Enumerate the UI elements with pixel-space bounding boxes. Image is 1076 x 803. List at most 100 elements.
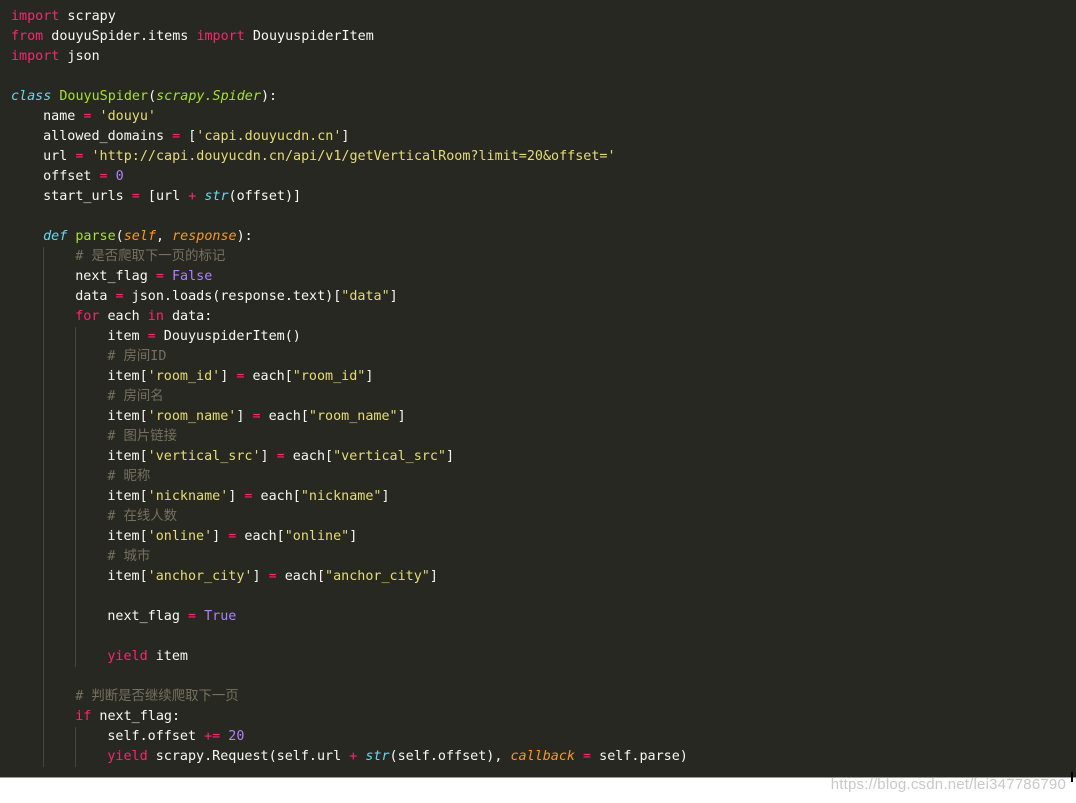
code-line[interactable]: from douyuSpider.items import Douyuspide… (0, 27, 688, 47)
code-token: "room_id" (292, 369, 366, 384)
code-line[interactable]: item['vertical_src'] = each["vertical_sr… (0, 447, 688, 467)
code-line[interactable]: start_urls = [url + str(offset)] (0, 187, 688, 207)
code-token: = (155, 269, 164, 284)
code-area[interactable]: import scrapy from douyuSpider.items impo… (0, 7, 688, 767)
code-line[interactable]: class DouyuSpider(scrapy.Spider): (0, 87, 688, 107)
indent-guide (43, 307, 45, 327)
code-token: 20 (228, 729, 245, 744)
code-line[interactable]: next_flag = True (0, 607, 688, 627)
indent-guide (75, 507, 77, 527)
code-token: ] (341, 129, 350, 144)
code-token: scrapy (59, 9, 116, 24)
code-token: item[ (107, 409, 148, 424)
code-line[interactable]: yield scrapy.Request(self.url + str(self… (0, 747, 688, 767)
code-token: self.offset (107, 729, 205, 744)
code-line[interactable]: import scrapy (0, 7, 688, 27)
code-token: (offset)] (228, 189, 302, 204)
indent-guide (43, 287, 45, 307)
code-line[interactable]: # 图片链接 (0, 427, 688, 447)
code-line[interactable]: allowed_domains = ['capi.douyucdn.cn'] (0, 127, 688, 147)
code-line[interactable]: data = json.loads(response.text)["data"] (0, 287, 688, 307)
indent-guide (43, 607, 45, 627)
code-token: item[ (107, 569, 148, 584)
code-line[interactable]: name = 'douyu' (0, 107, 688, 127)
indent-guide (43, 627, 45, 647)
code-line[interactable]: # 房间名 (0, 387, 688, 407)
code-line[interactable]: url = 'http://capi.douyucdn.cn/api/v1/ge… (0, 147, 688, 167)
code-line[interactable]: # 城市 (0, 547, 688, 567)
watermark: https://blog.csdn.net/lei347786790 (830, 776, 1066, 793)
code-line[interactable]: for each in data: (0, 307, 688, 327)
code-token: scrapy.Spider (156, 89, 261, 104)
code-line[interactable]: item['room_name'] = each["room_name"] (0, 407, 688, 427)
code-line[interactable]: # 在线人数 (0, 507, 688, 527)
indent-guide (75, 487, 77, 507)
code-line[interactable]: item['room_id'] = each["room_id"] (0, 367, 688, 387)
code-token: = (99, 169, 108, 184)
code-token: json.loads(response.text)[ (123, 289, 342, 304)
indent-guide (75, 627, 77, 647)
code-line[interactable]: # 判断是否继续爬取下一页 (0, 687, 688, 707)
code-token: ] (397, 409, 406, 424)
code-line[interactable]: import json (0, 47, 688, 67)
code-token: "room_name" (308, 409, 398, 424)
code-token: 'nickname' (147, 489, 229, 504)
code-line[interactable] (0, 627, 688, 647)
code-token: str (204, 189, 229, 204)
code-line[interactable]: item['online'] = each["online"] (0, 527, 688, 547)
code-line[interactable]: item['nickname'] = each["nickname"] (0, 487, 688, 507)
code-token: data (75, 289, 116, 304)
code-line[interactable]: # 昵称 (0, 467, 688, 487)
indent-guide (75, 727, 77, 747)
indent-guide (43, 487, 45, 507)
code-line[interactable]: self.offset += 20 (0, 727, 688, 747)
indent-guide (43, 367, 45, 387)
code-token: # 昵称 (107, 469, 151, 484)
code-line[interactable]: # 房间ID (0, 347, 688, 367)
code-editor[interactable]: import scrapy from douyuSpider.items impo… (0, 0, 1076, 777)
code-line[interactable] (0, 667, 688, 687)
indent-guide (43, 267, 45, 287)
code-token: "anchor_city" (325, 569, 430, 584)
code-token: each[ (244, 369, 293, 384)
code-line[interactable]: item = DouyuspiderItem() (0, 327, 688, 347)
code-token: # 是否爬取下一页的标记 (75, 249, 226, 264)
code-token: ] (236, 409, 253, 424)
indent-guide (43, 467, 45, 487)
code-token: # 图片链接 (107, 429, 178, 444)
code-token: for (75, 309, 100, 324)
code-token: # 在线人数 (107, 509, 178, 524)
code-token: = (115, 289, 124, 304)
code-line[interactable] (0, 67, 688, 87)
code-line[interactable] (0, 587, 688, 607)
code-token: True (204, 609, 237, 624)
code-token: offset (43, 169, 100, 184)
code-token: 'room_name' (147, 409, 237, 424)
code-token: def (43, 229, 68, 244)
indent-guide (43, 247, 45, 267)
indent-guide (75, 587, 77, 607)
indent-guide (75, 747, 77, 767)
code-token: allowed_domains (43, 129, 173, 144)
code-token: each (99, 309, 148, 324)
code-line[interactable]: next_flag = False (0, 267, 688, 287)
code-line[interactable]: # 是否爬取下一页的标记 (0, 247, 688, 267)
code-line[interactable]: offset = 0 (0, 167, 688, 187)
code-token: = (131, 189, 140, 204)
indent-guide (43, 407, 45, 427)
indent-guide (43, 347, 45, 367)
code-line[interactable]: item['anchor_city'] = each["anchor_city"… (0, 567, 688, 587)
code-line[interactable]: yield item (0, 647, 688, 667)
code-token: ] (220, 369, 237, 384)
code-token: 'room_id' (147, 369, 221, 384)
code-token: "data" (341, 289, 390, 304)
code-line[interactable] (0, 207, 688, 227)
code-line[interactable]: def parse(self, response): (0, 227, 688, 247)
code-token: "nickname" (300, 489, 382, 504)
code-token: name (43, 109, 84, 124)
code-line[interactable]: if next_flag: (0, 707, 688, 727)
code-token: ] (381, 489, 390, 504)
